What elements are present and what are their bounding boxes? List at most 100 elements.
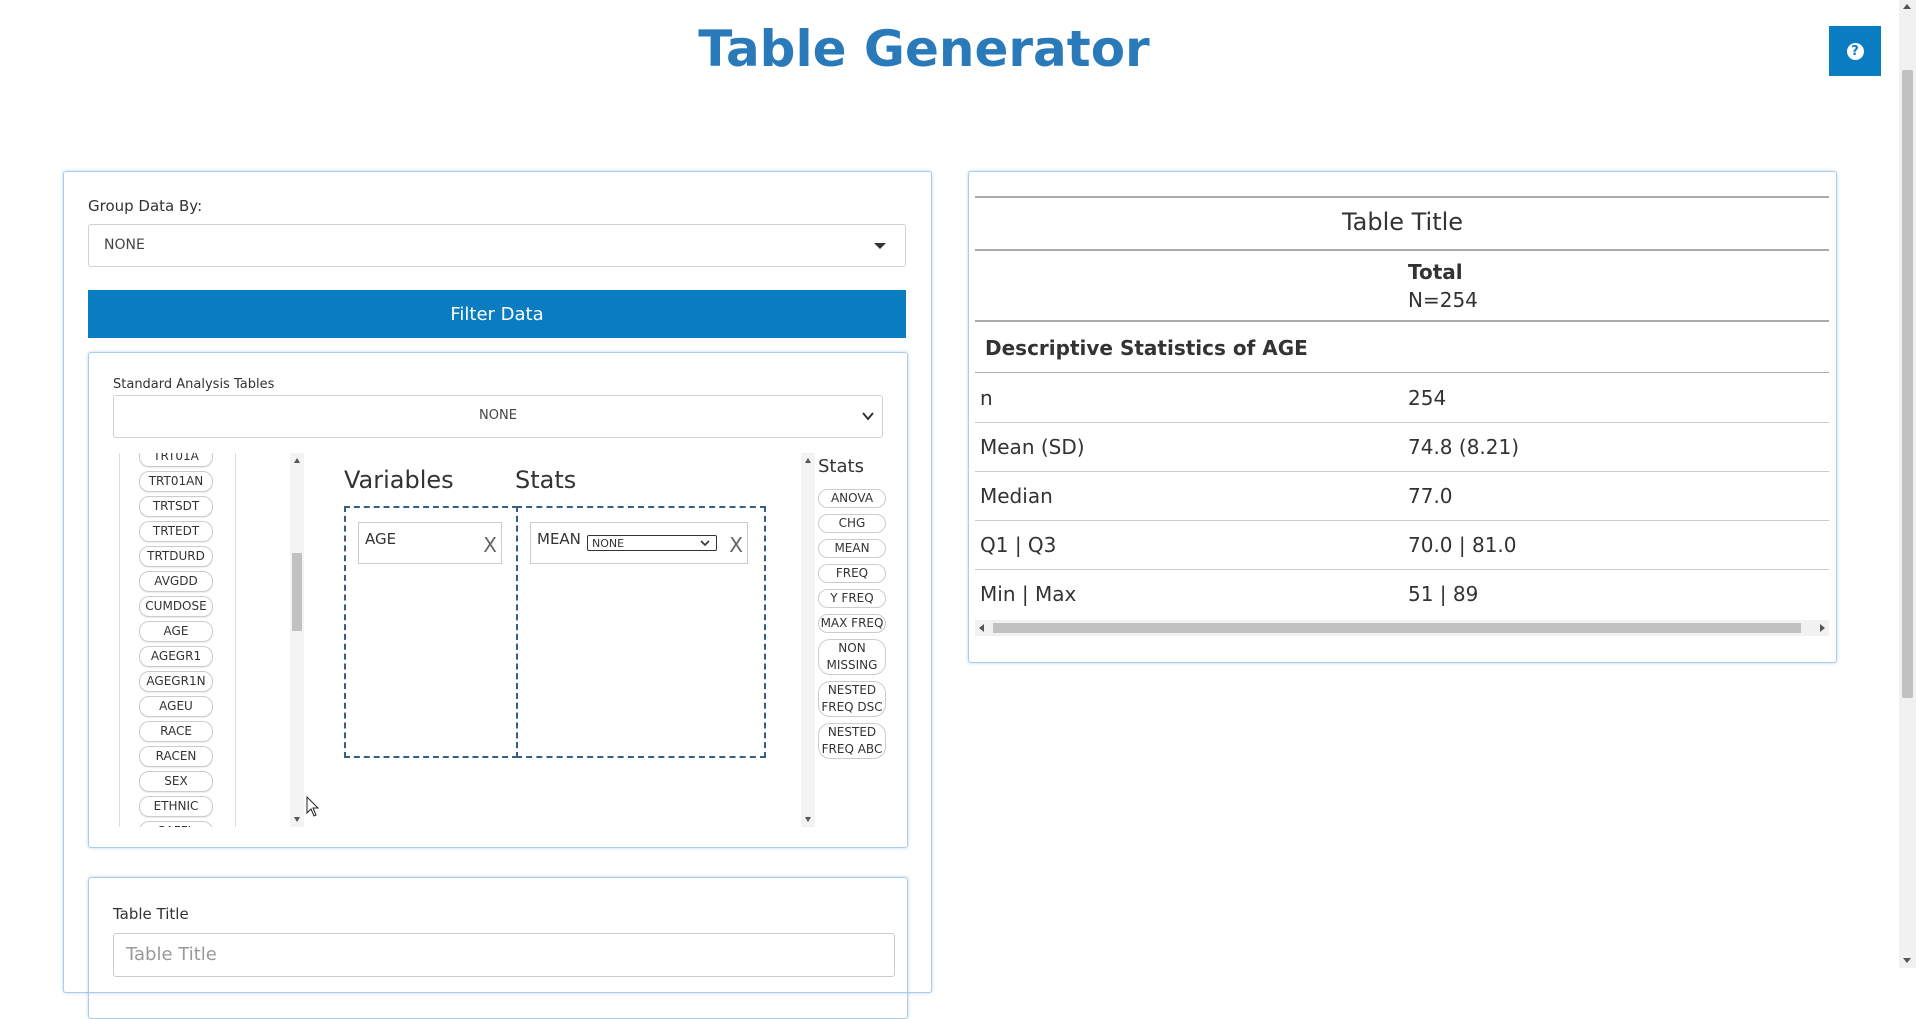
stat-option-label: NESTED	[827, 725, 877, 739]
variable-list-scrollbar-thumb[interactable]	[292, 553, 302, 631]
row-value: 254	[1408, 386, 1447, 410]
remove-stat-button[interactable]: X	[729, 533, 743, 557]
caret-down-icon	[874, 243, 886, 249]
question-circle-icon: ?	[1846, 42, 1864, 60]
variable-list[interactable]: TRT01A TRT01AN TRTSDT TRTEDT TRTDURD AVGDD CUM…	[119, 453, 236, 827]
stat-option-label-line2: FREQ DSC	[821, 700, 883, 714]
stat-option-label: MEAN	[834, 541, 870, 555]
scroll-right-arrow-icon[interactable]	[1820, 624, 1825, 632]
table-title-input[interactable]: Table Title	[113, 933, 895, 977]
table-rule	[975, 249, 1829, 251]
filter-data-button[interactable]: Filter Data	[88, 290, 906, 338]
variable-pill[interactable]: RACE	[139, 721, 213, 742]
stats-drop-zone[interactable]: MEAN NONE X	[516, 506, 766, 758]
table-row-divider	[975, 569, 1829, 570]
variable-pill[interactable]: TRTEDT	[139, 521, 213, 542]
preview-table-title: Table Title	[1341, 208, 1464, 236]
row-label: Median	[980, 484, 1053, 508]
standard-tables-select[interactable]: NONE	[113, 395, 883, 438]
standard-tables-value: NONE	[479, 408, 517, 423]
variable-list-scrollbar[interactable]	[290, 453, 304, 827]
variable-pill[interactable]: SAFFL	[139, 821, 213, 827]
table-rule	[975, 372, 1829, 373]
table-row-divider	[975, 422, 1829, 423]
page-title: Table Generator	[698, 20, 1150, 78]
table-horizontal-scrollbar-thumb[interactable]	[993, 623, 1801, 633]
scroll-down-arrow-icon[interactable]	[805, 817, 811, 822]
variable-pill[interactable]: AVGDD	[139, 571, 213, 592]
column-header-total: Total	[1408, 260, 1463, 284]
variable-pill[interactable]: TRTSDT	[139, 496, 213, 517]
stat-option-pill[interactable]: NESTED FREQ ABC	[818, 723, 886, 759]
row-label: Min | Max	[980, 582, 1077, 606]
remove-variable-button[interactable]: X	[483, 533, 497, 557]
row-value: 70.0 | 81.0	[1408, 533, 1517, 557]
stat-option-label-line2: FREQ ABC	[821, 742, 883, 756]
scroll-up-arrow-icon[interactable]	[1903, 4, 1911, 9]
table-title-label: Table Title	[113, 905, 189, 923]
page-scrollbar[interactable]	[1899, 0, 1916, 968]
stat-option-pill[interactable]: MAX FREQ	[818, 614, 886, 633]
variable-pill[interactable]: AGEGR1	[139, 646, 213, 667]
stat-option-pill[interactable]: Y FREQ	[818, 589, 886, 608]
stat-option-pill[interactable]: FREQ	[818, 564, 886, 583]
page-scrollbar-thumb[interactable]	[1902, 70, 1913, 698]
help-button[interactable]: ?	[1829, 26, 1881, 76]
variable-pill[interactable]: SEX	[139, 771, 213, 792]
stats-list-header: Stats	[818, 456, 864, 477]
row-value: 51 | 89	[1408, 582, 1479, 606]
stat-option-label: MAX FREQ	[820, 616, 884, 630]
stat-option-pill[interactable]: ANOVA	[818, 489, 886, 508]
row-label: Mean (SD)	[980, 435, 1085, 459]
stat-option-label: CHG	[838, 516, 866, 530]
variable-chip[interactable]: AGE X	[358, 522, 502, 564]
variable-chip-label: AGE	[365, 530, 397, 548]
stat-option-label: ANOVA	[830, 491, 874, 505]
variable-pill[interactable]: AGEGR1N	[139, 671, 213, 692]
variable-pill[interactable]: ETHNIC	[139, 796, 213, 817]
settings-panel: Group Data By: NONE Filter Data Standard…	[63, 171, 932, 1019]
stat-option-pill[interactable]: MEAN	[818, 539, 886, 558]
table-title-panel: Table Title Table Title	[88, 877, 908, 1019]
chevron-down-icon	[862, 412, 874, 421]
stat-option-label: NESTED	[827, 683, 877, 697]
variable-pill[interactable]: TRTDURD	[139, 546, 213, 567]
table-horizontal-scrollbar[interactable]	[975, 620, 1829, 636]
variable-pill[interactable]: TRT01A	[139, 453, 213, 467]
stats-header: Stats	[515, 466, 577, 494]
chevron-down-icon	[700, 540, 710, 547]
stat-option-pill[interactable]: NESTED FREQ DSC	[818, 681, 886, 717]
variable-pill[interactable]: AGEU	[139, 696, 213, 717]
scroll-left-arrow-icon[interactable]	[979, 624, 984, 632]
stat-option-label: Y FREQ	[830, 591, 874, 605]
table-row-divider	[975, 471, 1829, 472]
stat-option-value: NONE	[592, 537, 625, 550]
group-by-select[interactable]: NONE	[88, 224, 906, 267]
variable-pill[interactable]: TRT01AN	[139, 471, 213, 492]
table-top-rule	[975, 196, 1829, 198]
row-label: Q1 | Q3	[980, 533, 1057, 557]
scroll-down-arrow-icon[interactable]	[294, 817, 300, 822]
variable-pill[interactable]: RACEN	[139, 746, 213, 767]
stat-option-pill[interactable]: CHG	[818, 514, 886, 533]
scroll-up-arrow-icon[interactable]	[294, 458, 300, 463]
scroll-down-arrow-icon[interactable]	[1903, 958, 1911, 963]
analysis-builder-panel: Standard Analysis Tables NONE TRT01A TRT0…	[88, 352, 908, 848]
standard-tables-label: Standard Analysis Tables	[113, 377, 275, 392]
variables-drop-zone[interactable]: AGE X	[344, 506, 518, 758]
stat-option-select[interactable]: NONE	[587, 535, 717, 551]
row-value: 77.0	[1408, 484, 1453, 508]
group-by-label: Group Data By:	[88, 197, 203, 215]
stat-chip[interactable]: MEAN NONE X	[530, 522, 748, 564]
stat-option-pill[interactable]: NON MISSING	[818, 639, 886, 675]
column-header-n: N=254	[1408, 288, 1478, 312]
variables-header: Variables	[344, 466, 454, 494]
scroll-up-arrow-icon[interactable]	[805, 458, 811, 463]
table-preview-panel: Table Title Total N=254 Descriptive Stat…	[968, 171, 1837, 663]
stats-list-scrollbar[interactable]	[801, 453, 815, 827]
variable-pill[interactable]: CUMDOSE	[139, 596, 213, 617]
table-rule	[975, 320, 1829, 322]
variable-pill[interactable]: AGE	[139, 621, 213, 642]
table-row-divider	[975, 520, 1829, 521]
stats-list: Stats ANOVA CHG MEAN FREQ Y FREQ MAX FREQ NON M…	[818, 456, 898, 826]
